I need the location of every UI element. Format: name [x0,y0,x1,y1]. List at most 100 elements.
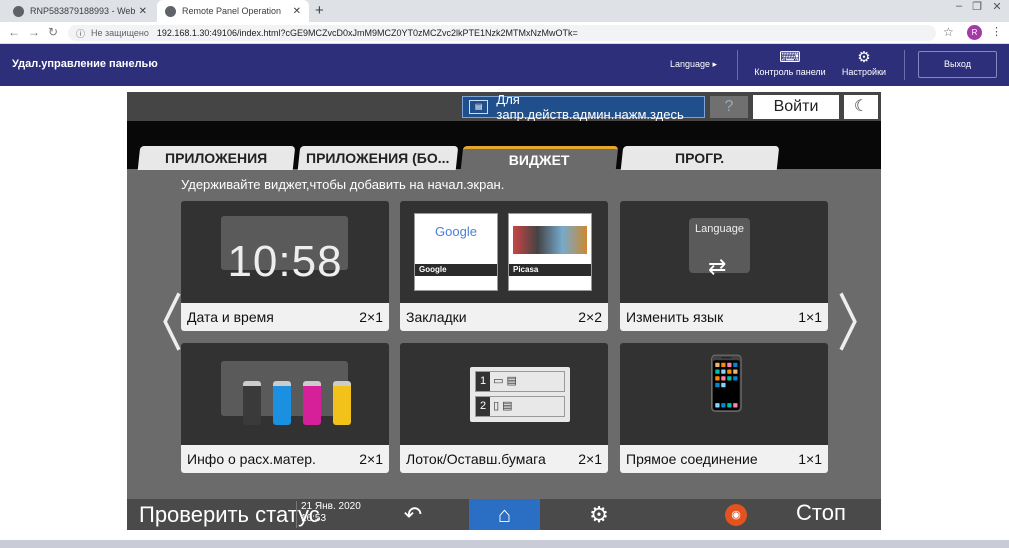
widget-label-bar: Инфо о расх.матер. 2×1 [181,445,389,473]
tab-label: ВИДЖЕТ [508,152,570,168]
widget-name: Закладки [406,309,467,325]
url-field[interactable]: ⓘ Не защищено 192.168.1.30:49106/index.h… [68,25,936,41]
close-tab-icon[interactable]: ✕ [139,6,147,17]
panel-control-label: Контроль панели [754,67,826,77]
minimize-icon[interactable]: – [950,0,968,12]
new-tab-button[interactable]: + [315,2,324,19]
bookmark-label: Picasa [509,264,591,276]
admin-login-label: Для запр.действ.админ.нажм.здесь [496,92,684,122]
tab-label: ПРОГР. [675,150,725,166]
date-text: 21 Янв. 2020 [301,501,361,512]
widget-name: Лоток/Оставш.бумага [406,451,546,467]
widget-direct-connection[interactable]: 📱 Прямое соединение 1×1 [620,343,828,473]
window-close-icon[interactable]: ✕ [988,0,1006,13]
page-title: Удал.управление панелью [12,58,158,70]
browser-tab-label: Remote Panel Operation [182,6,282,16]
os-taskbar [0,540,1009,548]
profile-avatar[interactable]: R [967,25,982,40]
divider [904,50,905,80]
chevron-right-icon[interactable]: 〉 [837,294,885,357]
google-logo: Google [435,224,477,239]
gear-icon: ⚙ [857,49,871,66]
keyboard-icon: ⌨ [779,49,801,66]
browser-menu-icon[interactable]: ⋮ [991,25,1002,38]
widget-name: Дата и время [187,309,274,325]
info-icon[interactable]: ⓘ [76,27,85,40]
widget-preview: 📱 [620,343,828,445]
remote-panel-screen: ▤ Для запр.действ.админ.нажм.здесь ? Вой… [127,92,885,530]
tab-label: ПРИЛОЖЕНИЯ (БО... [306,150,450,166]
tab-applications-more[interactable]: ПРИЛОЖЕНИЯ (БО... [297,146,459,170]
admin-login-button[interactable]: ▤ Для запр.действ.админ.нажм.здесь [462,92,705,122]
widget-label-bar: Прямое соединение 1×1 [620,445,828,473]
tray-row: 2 ▯ ▤ [475,396,565,417]
browser-tab-web-image[interactable]: RNP583879188993 - Web Image ✕ [5,0,155,22]
energy-saver-moon-icon[interactable]: ☾ [844,95,878,119]
language-icon-text: Language [695,223,744,235]
date-time-display: 21 Янв. 2020 16:53 [296,501,380,528]
tab-applications[interactable]: ПРИЛОЖЕНИЯ [137,146,296,170]
stop-icon[interactable]: ◉ [725,504,747,526]
gear-icon[interactable]: ⚙ [579,499,619,530]
toner-black-icon [243,381,261,425]
restore-icon[interactable]: ❐ [968,0,986,13]
admin-screen-icon: ▤ [469,100,489,114]
logout-button[interactable]: Выход [918,51,997,78]
globe-icon [13,5,24,17]
widget-date-time[interactable]: 10:58 Дата и время 2×1 [181,201,389,331]
browser-tab-strip: RNP583879188993 - Web Image ✕ Remote Pan… [0,0,1009,22]
panel-control-button[interactable]: ⌨ Контроль панели [748,49,832,77]
widget-size: 2×1 [578,451,602,467]
widget-name: Прямое соединение [626,451,758,467]
bookmark-thumbnail-google: Google Google [414,213,498,291]
bookmark-star-icon[interactable]: ☆ [943,25,954,39]
divider [737,50,738,80]
app-header: Удал.управление панелью Language ▸ ⌨ Кон… [0,44,1009,86]
widget-preview: Language ⇄ [620,201,828,303]
panel-bottom-bar: Проверить статус 21 Янв. 2020 16:53 ↶ ⌂ … [127,499,881,530]
help-button[interactable]: ? [710,96,748,118]
widget-bookmarks[interactable]: Google Google Picasa Закладки 2×2 [400,201,608,331]
widget-preview: Google Google Picasa [400,201,608,303]
clock-display: 10:58 [227,237,343,286]
address-bar-row: ← → ↻ ⓘ Не защищено 192.168.1.30:49106/i… [0,22,1009,44]
url-text: 192.168.1.30:49106/index.html?cGE9MCZvcD… [156,28,578,38]
reload-icon[interactable]: ↻ [48,25,58,39]
security-label: Не защищено [91,28,149,38]
widget-tray-paper[interactable]: 1 ▭ ▤ 2 ▯ ▤ Лоток/Оставш.бумага 2×1 [400,343,608,473]
browser-tab-label: RNP583879188993 - Web Image [30,6,135,16]
forward-icon[interactable]: → [28,25,40,39]
home-icon[interactable]: ⌂ [469,499,540,530]
paper-icon: ▯ ▤ [493,400,513,412]
widget-name: Изменить язык [626,309,724,325]
close-tab-icon[interactable]: ✕ [293,6,301,17]
picasa-photos [513,226,587,254]
back-arrow-icon[interactable]: ↶ [393,499,433,530]
bookmark-label: Google [415,264,497,276]
settings-button[interactable]: ⚙ Настройки [836,49,892,77]
tab-programs[interactable]: ПРОГР. [620,146,780,170]
check-status-button[interactable]: Проверить статус [139,502,320,528]
widget-supplies-info[interactable]: Инфо о расх.матер. 2×1 [181,343,389,473]
tab-widget[interactable]: ВИДЖЕТ [460,146,619,170]
panel-tabs: ПРИЛОЖЕНИЯ ПРИЛОЖЕНИЯ (БО... ВИДЖЕТ ПРОГ… [127,121,881,170]
tray-number: 1 [476,372,490,391]
widget-label-bar: Изменить язык 1×1 [620,303,828,331]
widget-size: 2×1 [359,309,383,325]
back-icon[interactable]: ← [8,25,20,39]
tab-label: ПРИЛОЖЕНИЯ [165,150,268,166]
widget-change-language[interactable]: Language ⇄ Изменить язык 1×1 [620,201,828,331]
tray-row: 1 ▭ ▤ [475,371,565,392]
stop-button[interactable]: Стоп [796,500,846,526]
chevron-left-icon[interactable]: 〈 [135,294,183,357]
time-text: 16:53 [301,513,327,524]
paper-icon: ▭ ▤ [493,375,517,387]
language-switch-icon: ⇄ [708,254,727,279]
panel-top-bar: ▤ Для запр.действ.админ.нажм.здесь ? Вой… [127,92,881,122]
widget-label-bar: Дата и время 2×1 [181,303,389,331]
language-link[interactable]: Language ▸ [670,59,717,70]
browser-tab-remote-panel[interactable]: Remote Panel Operation ✕ [157,0,309,22]
login-button[interactable]: Войти [753,95,839,119]
bookmark-thumbnail-picasa: Picasa [508,213,592,291]
globe-icon [165,5,176,17]
